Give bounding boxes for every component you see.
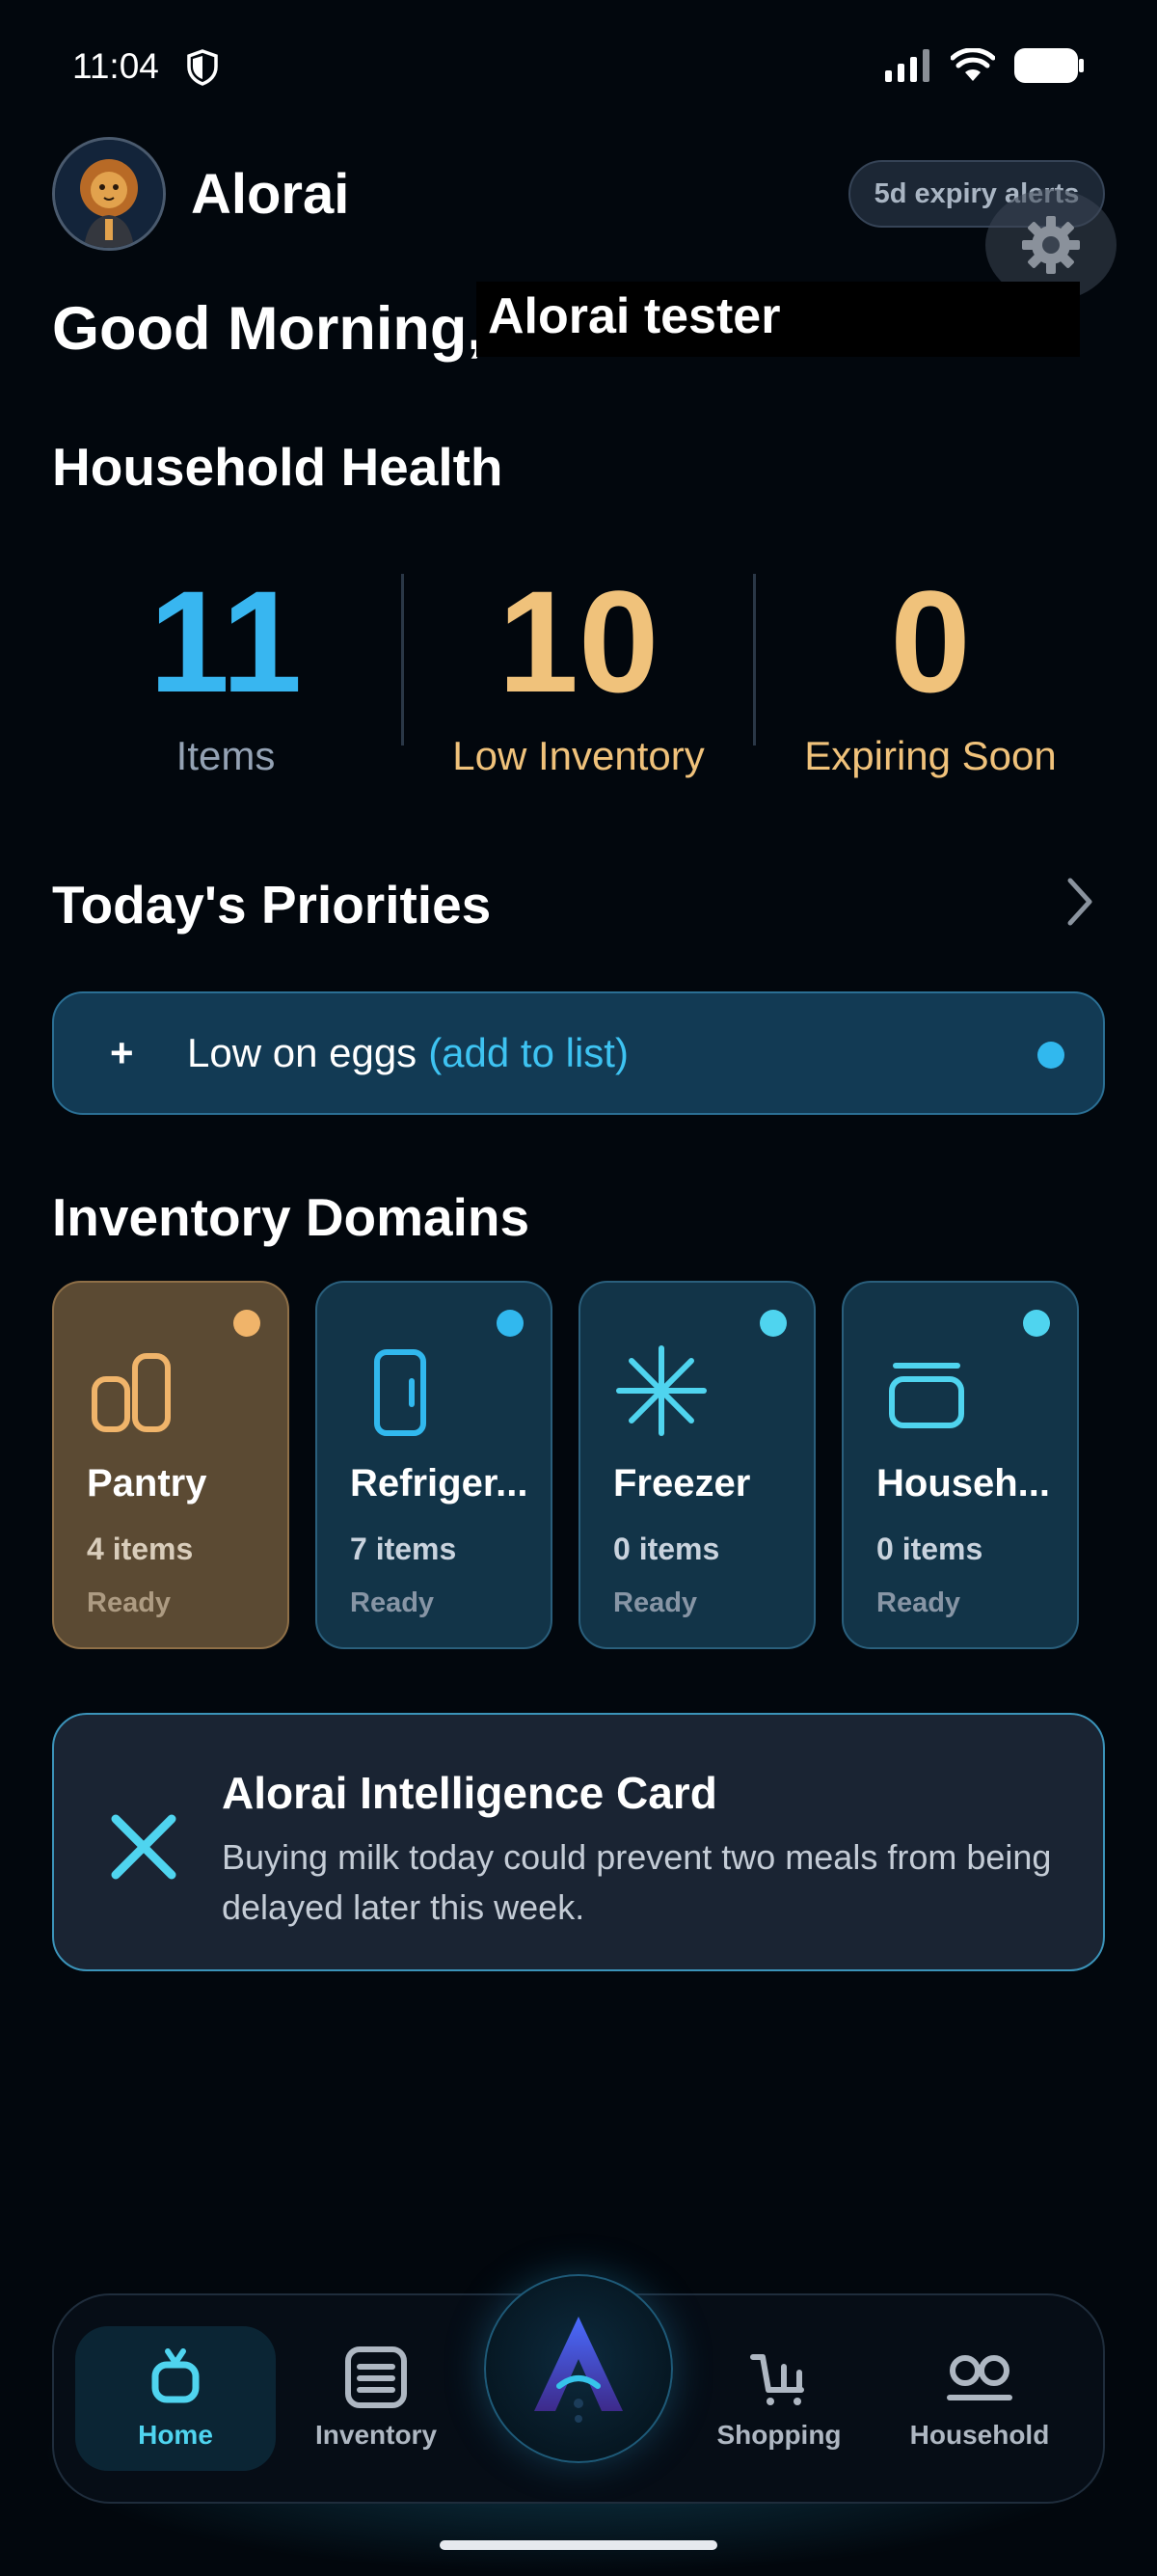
nav-label: Shopping xyxy=(716,2420,842,2450)
domain-status: Ready xyxy=(87,1587,172,1618)
alorai-logo-icon xyxy=(534,2317,623,2423)
stat-label: Expiring Soon xyxy=(804,733,1057,778)
people-icon xyxy=(947,2355,1012,2400)
household-health-title: Household Health xyxy=(52,437,503,497)
domain-card-refrigerator[interactable]: Refriger... 7 items Ready xyxy=(315,1281,552,1649)
cart-icon xyxy=(750,2354,804,2405)
domain-status: Ready xyxy=(613,1587,698,1618)
alorai-assistant-button[interactable] xyxy=(484,2274,673,2463)
greeting-text: Good Morning, xyxy=(52,295,484,363)
domain-count: 0 items xyxy=(876,1532,983,1566)
nav-inventory[interactable]: Inventory xyxy=(280,2344,472,2451)
nav-label: Household xyxy=(909,2420,1050,2450)
avatar[interactable] xyxy=(52,137,166,251)
lion-mascot-icon xyxy=(55,140,163,248)
status-dot xyxy=(760,1310,787,1337)
plus-icon: + xyxy=(110,1030,134,1075)
domain-status: Ready xyxy=(876,1587,961,1618)
priority-label: Low on eggs xyxy=(187,1030,417,1075)
domain-card-household[interactable]: Househ... 0 items Ready xyxy=(842,1281,1079,1649)
home-icon xyxy=(151,2348,200,2403)
inventory-domains-title: Inventory Domains xyxy=(52,1187,530,1247)
nav-home[interactable]: Home xyxy=(79,2344,272,2451)
priorities-title: Today's Priorities xyxy=(52,875,492,935)
nav-label: Inventory xyxy=(314,2420,438,2450)
status-dot xyxy=(1037,1042,1064,1069)
chevron-right-icon[interactable] xyxy=(1061,873,1099,931)
intelligence-card-body: Buying milk today could prevent two meal… xyxy=(222,1837,1052,1927)
status-time: 11:04 xyxy=(72,46,159,86)
battery-icon xyxy=(1014,48,1084,83)
fridge-icon xyxy=(374,1349,426,1436)
status-dot xyxy=(233,1310,260,1337)
stat-items: 11 Items xyxy=(100,569,351,779)
status-dot xyxy=(497,1310,524,1337)
signal-icon xyxy=(885,49,929,82)
domain-count: 4 items xyxy=(87,1532,194,1566)
close-icon[interactable] xyxy=(108,1811,179,1883)
domain-count: 0 items xyxy=(613,1532,720,1566)
pantry-icon xyxy=(92,1353,171,1432)
household-box-icon xyxy=(889,1363,964,1428)
domain-name: Freezer xyxy=(613,1462,751,1505)
stat-value: 0 xyxy=(890,560,971,722)
app-name: Alorai xyxy=(191,163,350,226)
priority-item[interactable]: + Low on eggs (add to list) xyxy=(52,991,1105,1115)
stat-expiring-soon: 0 Expiring Soon xyxy=(771,569,1090,779)
stat-value: 10 xyxy=(498,560,659,722)
stat-label: Items xyxy=(175,733,276,778)
shield-icon xyxy=(187,49,218,86)
domain-name: Pantry xyxy=(87,1462,207,1505)
domain-card-freezer[interactable]: Freezer 0 items Ready xyxy=(578,1281,816,1649)
domain-name: Refriger... xyxy=(350,1462,528,1505)
domain-count: 7 items xyxy=(350,1532,457,1566)
add-to-list-link[interactable]: (add to list) xyxy=(428,1030,629,1075)
domain-status: Ready xyxy=(350,1587,435,1618)
stat-divider xyxy=(753,574,756,746)
nav-household[interactable]: Household xyxy=(883,2344,1076,2451)
home-indicator[interactable] xyxy=(440,2540,717,2550)
gear-icon xyxy=(1022,216,1080,274)
status-icons xyxy=(885,48,1084,83)
nav-label: Home xyxy=(138,2420,213,2450)
greeting-user-name: Alorai tester xyxy=(476,282,1080,357)
stat-divider xyxy=(401,574,404,746)
stat-value: 11 xyxy=(148,560,303,722)
wifi-icon xyxy=(951,48,995,81)
status-dot xyxy=(1023,1310,1050,1337)
snowflake-icon xyxy=(616,1345,707,1436)
priority-text: Low on eggs (add to list) xyxy=(187,1030,629,1076)
nav-shopping[interactable]: Shopping xyxy=(683,2344,875,2451)
stat-low-inventory: 10 Low Inventory xyxy=(424,569,733,779)
inventory-list-icon xyxy=(345,2346,407,2408)
stat-label: Low Inventory xyxy=(452,733,705,778)
domain-card-pantry[interactable]: Pantry 4 items Ready xyxy=(52,1281,289,1649)
domain-name: Househ... xyxy=(876,1462,1051,1505)
intelligence-card-title: Alorai Intelligence Card xyxy=(222,1768,717,1818)
intelligence-card[interactable]: Alorai Intelligence Card Buying milk tod… xyxy=(52,1713,1105,1971)
